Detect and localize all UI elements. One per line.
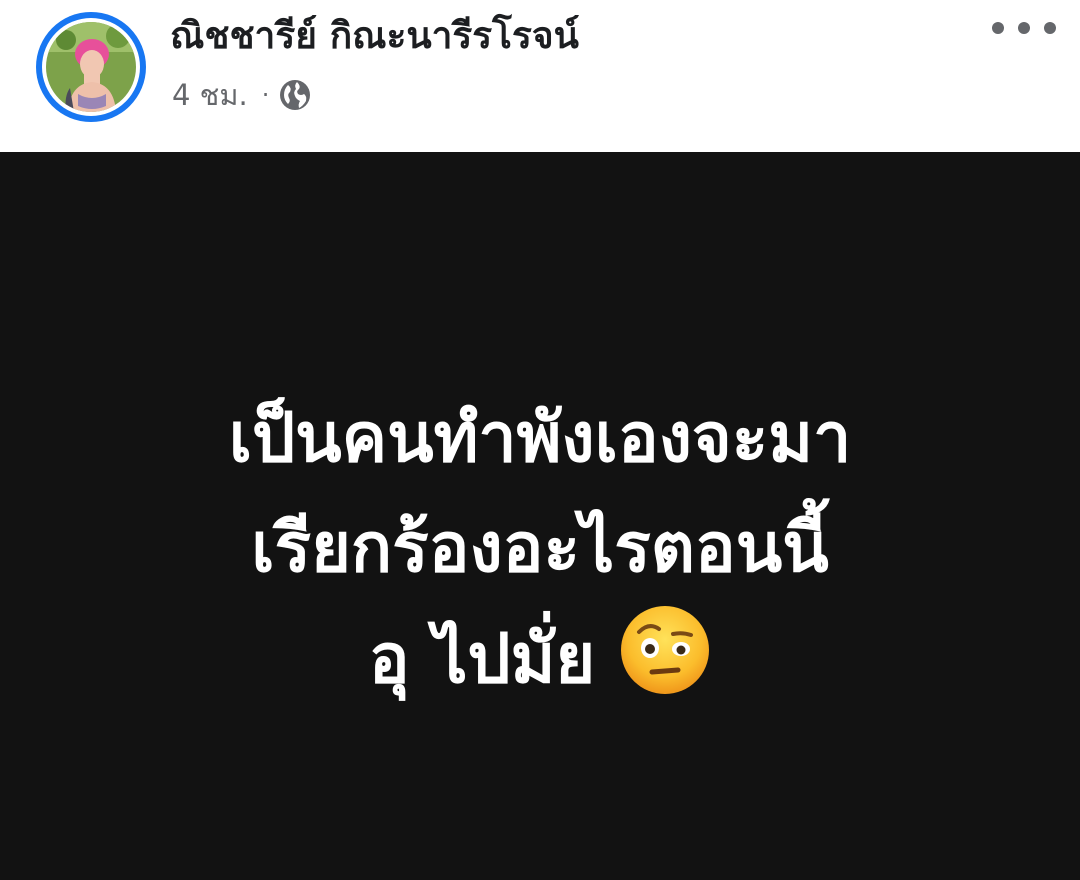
post-text-line-content: อุ ไปมั่ย [368, 620, 596, 699]
post-background: เป็นคนทำพังเองจะมา เรียกร้องอะไรตอนนี้ อ… [0, 152, 1080, 880]
post-text-line-last: อุ ไปมั่ย [60, 604, 1020, 715]
avatar-border [42, 18, 140, 116]
avatar-image [46, 22, 136, 112]
avatar-photo [46, 22, 136, 112]
more-options-icon [992, 22, 1004, 34]
meta-separator: · [261, 81, 270, 109]
post-timestamp[interactable]: 4 ชม. [172, 72, 248, 118]
face-with-raised-eyebrow-emoji [619, 604, 711, 696]
post-text-line: เรียกร้องอะไรตอนนี้ [251, 509, 829, 588]
more-options-button[interactable] [992, 10, 1056, 46]
more-options-dot [1044, 22, 1056, 34]
post-header: ณิชชารีย์ กิณะนารีรโรจน์ 4 ชม. · [0, 0, 1080, 152]
globe-icon[interactable] [279, 79, 311, 111]
author-name[interactable]: ณิชชารีย์ กิณะนารีรโรจน์ [170, 6, 579, 65]
avatar[interactable] [36, 12, 146, 122]
post-text: เป็นคนทำพังเองจะมา เรียกร้องอะไรตอนนี้ อ… [60, 384, 1020, 715]
post-text-line: เป็นคนทำพังเองจะมา [228, 399, 852, 478]
more-options-dot [1018, 22, 1030, 34]
post-meta: 4 ชม. · [172, 74, 311, 116]
